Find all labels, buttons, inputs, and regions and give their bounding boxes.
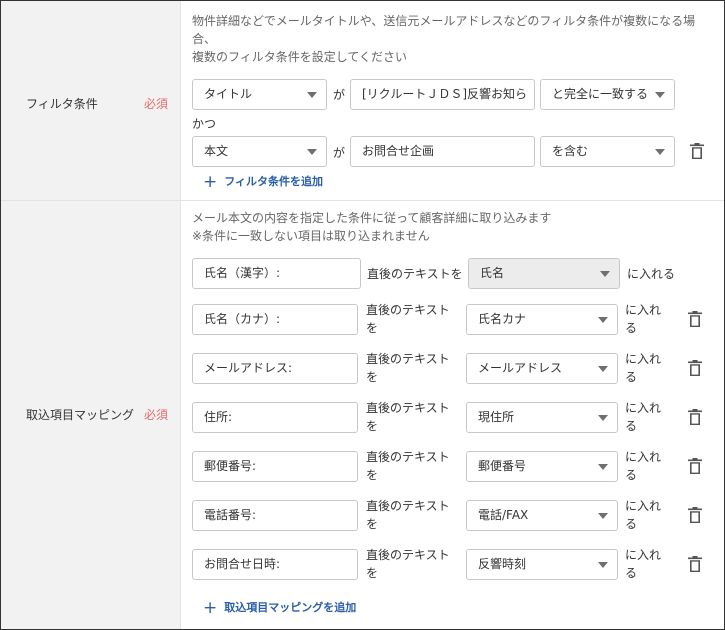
chevron-down-icon — [307, 149, 317, 155]
chevron-down-icon — [598, 317, 608, 323]
chevron-down-icon — [598, 366, 608, 372]
mapping-after-text-3: 直後のテキストを — [366, 352, 450, 384]
filter-field-select-2[interactable]: 本文 — [192, 136, 327, 167]
mapping-key-input-2[interactable]: 氏名（カナ）: — [192, 304, 358, 335]
filter-ga-text-2: が — [333, 146, 346, 160]
mapping-put-text-1: に入れる — [627, 267, 676, 281]
mapping-target-select-7[interactable]: 反響時刻 — [466, 549, 618, 580]
chevron-down-icon — [598, 464, 608, 470]
trash-icon[interactable] — [688, 311, 702, 328]
mapping-key-input-5[interactable]: 郵便番号: — [192, 451, 358, 482]
filter-operator-select-2[interactable]: を含む — [540, 136, 675, 167]
mapping-target-select-2[interactable]: 氏名カナ — [466, 304, 618, 335]
mapping-label: 取込項目マッピング — [26, 408, 135, 422]
filter-operator-select-1[interactable]: と完全に一致する — [540, 79, 675, 110]
trash-icon[interactable] — [690, 143, 704, 160]
mapping-key-input-3[interactable]: メールアドレス: — [192, 353, 358, 384]
filter-required-badge: 必須 — [144, 97, 169, 111]
mapping-put-text-2: に入れる — [625, 303, 662, 335]
chevron-down-icon — [598, 562, 608, 568]
section-divider — [1, 200, 724, 201]
chevron-down-icon — [307, 92, 317, 98]
mapping-put-text-4: に入れる — [625, 401, 662, 433]
trash-icon[interactable] — [688, 507, 702, 524]
mapping-target-select-1[interactable]: 氏名 — [468, 258, 620, 289]
filter-and-text: かつ — [192, 117, 217, 131]
mapping-put-text-6: に入れる — [625, 499, 662, 531]
mapping-put-text-3: に入れる — [625, 352, 662, 384]
mapping-after-text-5: 直後のテキストを — [366, 450, 450, 482]
mapping-after-text-4: 直後のテキストを — [366, 401, 450, 433]
chevron-down-icon — [655, 149, 665, 155]
plus-icon: + — [203, 172, 218, 192]
mapping-target-select-5[interactable]: 郵便番号 — [466, 451, 618, 482]
chevron-down-icon — [600, 271, 610, 277]
chevron-down-icon — [598, 513, 608, 519]
add-filter-button[interactable]: + フィルタ条件を追加 — [203, 172, 323, 192]
filter-value-input-2[interactable]: お問合せ企画 — [350, 136, 535, 167]
filter-description: 物件詳細などでメールタイトルや、送信元メールアドレスなどのフィルタ条件が複数にな… — [192, 14, 696, 64]
mapping-target-select-6[interactable]: 電話/FAX — [466, 500, 618, 531]
filter-value-input-1[interactable]: [リクルートＪＤＳ]反響お知ら — [350, 79, 535, 110]
mapping-description: メール本文の内容を指定した条件に従って顧客詳細に取り込みます ※条件に一致しない… — [192, 211, 552, 243]
mapping-put-text-7: に入れる — [625, 548, 662, 580]
mapping-key-input-1[interactable]: 氏名（漢字）: — [192, 258, 361, 289]
mapping-after-text-7: 直後のテキストを — [366, 548, 450, 580]
chevron-down-icon — [598, 415, 608, 421]
mapping-after-text-2: 直後のテキストを — [366, 303, 450, 335]
filter-ga-text-1: が — [333, 88, 346, 102]
mapping-after-text-1: 直後のテキストを — [367, 267, 463, 281]
filter-field-select-1[interactable]: タイトル — [192, 79, 327, 110]
chevron-down-icon — [655, 92, 665, 98]
trash-icon[interactable] — [688, 360, 702, 377]
mapping-key-input-6[interactable]: 電話番号: — [192, 500, 358, 531]
plus-icon: + — [203, 598, 218, 618]
add-mapping-button[interactable]: + 取込項目マッピングを追加 — [203, 598, 356, 618]
trash-icon[interactable] — [688, 556, 702, 573]
mapping-key-input-4[interactable]: 住所: — [192, 402, 358, 433]
mapping-target-select-4[interactable]: 現住所 — [466, 402, 618, 433]
trash-icon[interactable] — [688, 409, 702, 426]
mapping-target-select-3[interactable]: メールアドレス — [466, 353, 618, 384]
trash-icon[interactable] — [688, 458, 702, 475]
mapping-required-badge: 必須 — [144, 408, 169, 422]
mapping-key-input-7[interactable]: お問合せ日時: — [192, 549, 358, 580]
mapping-put-text-5: に入れる — [625, 450, 662, 482]
mapping-after-text-6: 直後のテキストを — [366, 499, 450, 531]
filter-label: フィルタ条件 — [26, 97, 98, 111]
